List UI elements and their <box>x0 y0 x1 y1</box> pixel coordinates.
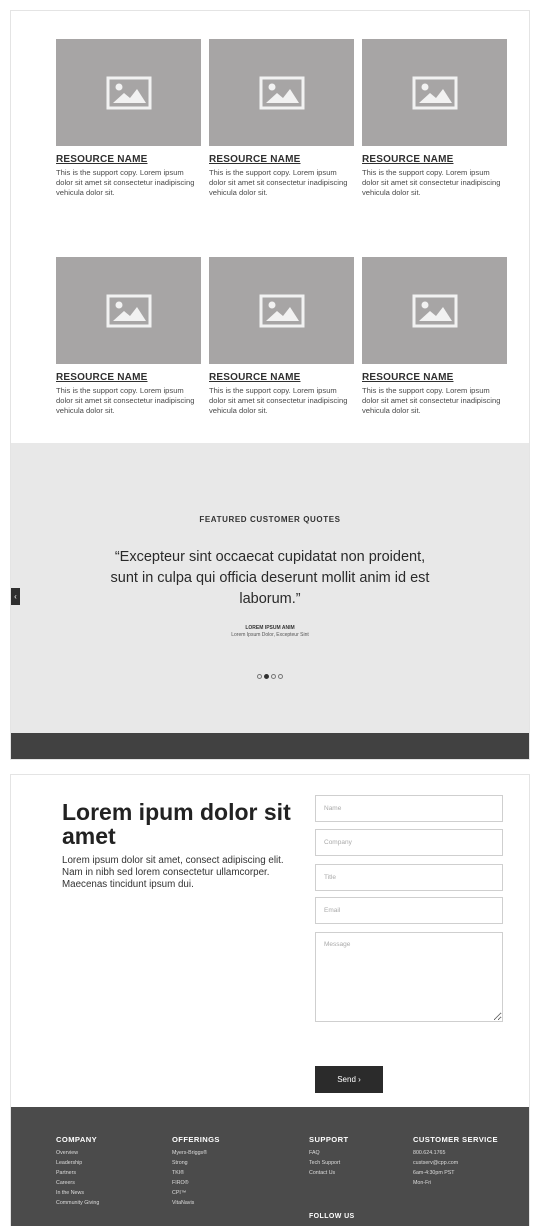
resource-card[interactable]: RESOURCE NAME This is the support copy. … <box>362 39 507 198</box>
resource-name-link[interactable]: RESOURCE NAME <box>362 372 507 383</box>
image-icon <box>106 76 151 109</box>
image-icon <box>412 294 457 327</box>
resource-copy: This is the support copy. Lorem ipsum do… <box>209 386 348 415</box>
resource-copy: This is the support copy. Lorem ipsum do… <box>362 386 501 415</box>
footer-links: 800.624.1765 custserv@cpp.com 6am-4:30pm P… <box>413 1148 498 1188</box>
footer-link[interactable]: FAQ <box>309 1148 349 1158</box>
image-icon <box>259 294 304 327</box>
message-field[interactable] <box>315 932 503 1022</box>
resource-copy: This is the support copy. Lorem ipsum do… <box>362 168 501 197</box>
title-field[interactable] <box>315 864 503 891</box>
email-field[interactable] <box>315 897 503 924</box>
footer-link[interactable]: 800.624.1765 <box>413 1148 498 1158</box>
image-placeholder <box>56 39 201 146</box>
contact-headline: Lorem ipum dolor sit amet <box>62 799 291 849</box>
footer-link[interactable]: In the News <box>56 1188 99 1198</box>
company-field[interactable] <box>315 829 503 856</box>
resource-name-link[interactable]: RESOURCE NAME <box>56 154 201 165</box>
carousel-dot[interactable] <box>264 674 269 679</box>
resource-copy: This is the support copy. Lorem ipsum do… <box>209 168 348 197</box>
footer-link[interactable]: Myers-Briggs® <box>172 1148 220 1158</box>
image-icon <box>412 76 457 109</box>
carousel-dot[interactable] <box>271 674 276 679</box>
resource-copy: This is the support copy. Lorem ipsum do… <box>56 386 195 415</box>
footer-link[interactable]: Contact Us <box>309 1168 349 1178</box>
footer-link[interactable]: Mon-Fri <box>413 1178 498 1188</box>
dark-bar <box>11 733 529 759</box>
resource-card[interactable]: RESOURCE NAME This is the support copy. … <box>56 257 201 416</box>
image-placeholder <box>209 39 354 146</box>
image-placeholder <box>362 257 507 364</box>
name-field[interactable] <box>315 795 503 822</box>
resource-card[interactable]: RESOURCE NAME This is the support copy. … <box>209 257 354 416</box>
carousel-dots <box>11 666 529 684</box>
resource-name-link[interactable]: RESOURCE NAME <box>209 154 354 165</box>
resource-name-link[interactable]: RESOURCE NAME <box>209 372 354 383</box>
footer-link[interactable]: Tech Support <box>309 1158 349 1168</box>
image-icon <box>259 76 304 109</box>
footer-link[interactable]: 6am-4:30pm PST <box>413 1168 498 1178</box>
footer-links: Overview Leadership Partners Careers In the … <box>56 1148 99 1208</box>
featured-quotes-section: ‹ FEATURED CUSTOMER QUOTES “Excepteur si… <box>11 443 529 733</box>
footer-column-customer-service: CUSTOMER SERVICE 800.624.1765 custserv@cp… <box>413 1135 498 1188</box>
footer-heading: SUPPORT <box>309 1135 349 1144</box>
image-placeholder <box>56 257 201 364</box>
resource-name-link[interactable]: RESOURCE NAME <box>362 154 507 165</box>
footer-column-support: SUPPORT FAQ Tech Support Contact Us <box>309 1135 349 1178</box>
image-placeholder <box>362 39 507 146</box>
footer-heading: CUSTOMER SERVICE <box>413 1135 499 1144</box>
quote-author-role: Lorem Ipsum Dolor, Excepteur Sint <box>231 632 309 638</box>
resource-copy: This is the support copy. Lorem ipsum do… <box>56 168 195 197</box>
footer-link[interactable]: Overview <box>56 1148 99 1158</box>
footer-link[interactable]: TKI® <box>172 1168 220 1178</box>
footer-link[interactable]: Partners <box>56 1168 99 1178</box>
footer-link[interactable]: Leadership <box>56 1158 99 1168</box>
site-footer: COMPANY Overview Leadership Partners Career… <box>11 1107 529 1226</box>
resource-name-link[interactable]: RESOURCE NAME <box>56 372 201 383</box>
footer-link[interactable]: Strong <box>172 1158 220 1168</box>
resource-card[interactable]: RESOURCE NAME This is the support copy. … <box>209 39 354 198</box>
footer-link[interactable]: VitaNavis <box>172 1198 220 1208</box>
quotes-heading: FEATURED CUSTOMER QUOTES <box>199 515 341 524</box>
carousel-dot[interactable] <box>278 674 283 679</box>
resource-card[interactable]: RESOURCE NAME This is the support copy. … <box>56 39 201 198</box>
contact-panel: Lorem ipum dolor sit amet Lorem ipsum do… <box>10 774 530 1226</box>
quote-author: LOREM IPSUM ANIM <box>245 625 295 631</box>
footer-link[interactable]: FIRO® <box>172 1178 220 1188</box>
footer-link[interactable]: Community Giving <box>56 1198 99 1208</box>
footer-links: FAQ Tech Support Contact Us <box>309 1148 349 1178</box>
carousel-dot[interactable] <box>257 674 262 679</box>
follow-us-heading: FOLLOW US <box>309 1213 355 1220</box>
quote-text: “Excepteur sint occaecat cupidatat non p… <box>110 549 430 607</box>
footer-column-company: COMPANY Overview Leadership Partners Career… <box>56 1135 99 1208</box>
footer-column-offerings: OFFERINGS Myers-Briggs® Strong TKI® FIRO® CP… <box>172 1135 220 1208</box>
footer-heading: COMPANY <box>56 1135 98 1144</box>
footer-link[interactable]: Careers <box>56 1178 99 1188</box>
image-placeholder <box>209 257 354 364</box>
footer-link[interactable]: CPI™ <box>172 1188 220 1198</box>
footer-links: Myers-Briggs® Strong TKI® FIRO® CPI™ VitaNavi… <box>172 1148 220 1208</box>
send-button[interactable]: Send › <box>315 1066 383 1093</box>
resource-card[interactable]: RESOURCE NAME This is the support copy. … <box>362 257 507 416</box>
contact-body-copy: Lorem ipsum dolor sit amet, consect adip… <box>62 855 284 890</box>
footer-heading: OFFERINGS <box>172 1135 220 1144</box>
previous-quote-button[interactable]: ‹ <box>11 588 20 605</box>
footer-link[interactable]: custserv@cpp.com <box>413 1158 498 1168</box>
image-icon <box>106 294 151 327</box>
resources-panel: RESOURCE NAME This is the support copy. … <box>10 10 530 760</box>
